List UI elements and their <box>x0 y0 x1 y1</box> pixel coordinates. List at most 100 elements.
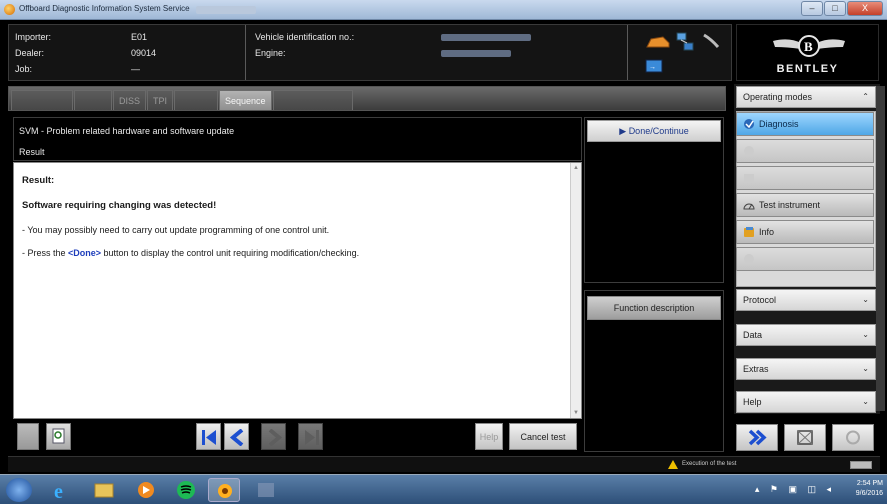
tab-2[interactable] <box>74 90 112 110</box>
svg-text:→: → <box>649 64 656 71</box>
help-section[interactable]: Help ⌄ <box>736 391 876 413</box>
instruction-line-1: - You may possibly need to carry out upd… <box>22 225 330 235</box>
main-tabs: DISS TPI Sequence <box>8 86 726 111</box>
tab-5[interactable] <box>174 90 219 110</box>
clock[interactable]: 2:54 PM 9/6/2016 <box>856 479 883 499</box>
sidebar-action-buttons <box>734 420 880 453</box>
cancel-test-button[interactable]: Cancel test <box>509 423 577 450</box>
vehicle-values <box>441 29 531 61</box>
first-step-button[interactable] <box>196 423 221 450</box>
odis-taskbar-icon[interactable] <box>208 478 240 502</box>
brand-wordmark: BENTLEY <box>776 63 839 75</box>
detected-message: Software requiring changing was detected… <box>22 200 217 211</box>
spotify-icon[interactable] <box>170 478 202 502</box>
info-icon <box>744 227 754 237</box>
media-player-icon[interactable] <box>130 478 162 502</box>
extras-section[interactable]: Extras ⌄ <box>736 358 876 380</box>
bottom-toolbar: Help Cancel test <box>13 420 582 452</box>
dealer-value: 09014 <box>131 48 157 58</box>
stop-button[interactable] <box>832 424 874 451</box>
mode-label: Test instrument <box>759 200 821 210</box>
mode-info[interactable]: Info <box>736 220 874 244</box>
sidebar-scrollbar[interactable] <box>876 86 885 411</box>
engine-label: Engine: <box>255 48 286 58</box>
instruction-line-2: - Press the <Done> button to display the… <box>22 248 359 258</box>
brand-logo: B BENTLEY <box>736 24 879 81</box>
internet-explorer-icon[interactable]: e <box>46 478 78 503</box>
fullscreen-button[interactable] <box>784 424 826 451</box>
done-continue-button[interactable]: ▶ Done/Continue <box>587 120 721 142</box>
result-heading: Result: <box>22 175 55 186</box>
procedure-header: SVM - Problem related hardware and softw… <box>13 117 582 161</box>
help-label: Help <box>743 397 762 407</box>
meter-icon <box>743 203 755 210</box>
double-chevron-right-icon <box>748 429 767 446</box>
next-step-button[interactable] <box>261 423 286 450</box>
function-description-button[interactable]: Function description <box>587 296 721 320</box>
window-titlebar: Offboard Diagnostic Information System S… <box>0 0 887 20</box>
frame-icon <box>797 430 813 445</box>
clock-date: 9/6/2016 <box>855 490 883 497</box>
windows-taskbar: e ▴ ⚑ ▣ ◫ ◂ 2:54 PM 9/6/2016 <box>0 474 887 504</box>
instruction-prefix: - Press the <box>22 248 69 258</box>
system-tray-icons[interactable]: ▴ ⚑ ▣ ◫ ◂ <box>755 484 835 495</box>
mode-label: Info <box>759 227 775 237</box>
data-section[interactable]: Data ⌄ <box>736 324 876 346</box>
close-button[interactable]: X <box>847 1 883 16</box>
vehicle-info-header: Importer: Dealer: Job: E01 09014 — Vehic… <box>8 24 732 81</box>
mode-disabled-3[interactable] <box>736 247 874 271</box>
tab-tpi[interactable]: TPI <box>147 90 174 110</box>
importer-label: Importer: <box>15 32 52 42</box>
minimize-button[interactable]: – <box>801 1 823 16</box>
scroll-up-icon[interactable]: ▲ <box>573 165 579 171</box>
content-scrollbar[interactable]: ▲ ▼ <box>570 163 581 418</box>
result-content: Result: Software requiring changing was … <box>13 162 582 419</box>
diagnosis-icon <box>744 119 754 129</box>
help-button[interactable]: Help <box>475 423 503 450</box>
disabled-tool-button[interactable] <box>17 423 39 450</box>
tab-diss[interactable]: DISS <box>113 90 147 110</box>
mode-label: Diagnosis <box>759 119 799 129</box>
network-icon <box>676 32 694 51</box>
mode-disabled-1[interactable] <box>736 139 874 163</box>
protocol-section[interactable]: Protocol ⌄ <box>736 289 876 311</box>
done-keyword: <Done> <box>68 248 102 258</box>
mode-diagnosis[interactable]: Diagnosis <box>736 112 874 136</box>
tab-7[interactable] <box>272 90 353 110</box>
battery-icon <box>850 461 872 469</box>
document-search-icon <box>52 428 65 444</box>
chevron-down-icon: ⌄ <box>862 364 869 373</box>
tab-1[interactable] <box>11 90 73 110</box>
document-zoom-button[interactable] <box>46 423 71 450</box>
mode-icon <box>744 174 754 182</box>
status-bar: Execution of the test <box>8 456 880 472</box>
scroll-down-icon[interactable]: ▼ <box>573 410 579 416</box>
maximize-button[interactable]: □ <box>824 1 846 16</box>
protocol-label: Protocol <box>743 295 777 305</box>
start-button[interactable] <box>6 478 32 502</box>
mode-icon <box>744 146 754 156</box>
job-value: — <box>131 64 140 74</box>
pinned-app-icon[interactable] <box>250 478 282 502</box>
file-explorer-icon[interactable] <box>88 478 120 502</box>
tab-sequence[interactable]: Sequence <box>219 90 272 110</box>
operating-modes-header[interactable]: Operating modes ⌃ <box>736 86 876 108</box>
window-title: Offboard Diagnostic Information System S… <box>19 4 190 13</box>
forward-button[interactable] <box>736 424 778 451</box>
connection-status-icons: → <box>631 25 733 80</box>
app-icon <box>4 4 15 15</box>
play-icon: ▶ <box>619 126 629 136</box>
status-message: Execution of the test <box>682 461 737 467</box>
previous-step-button[interactable] <box>224 423 249 450</box>
vin-label: Vehicle identification no.: <box>255 32 355 42</box>
procedure-title: SVM - Problem related hardware and softw… <box>19 126 235 136</box>
mode-test-instrument[interactable]: Test instrument <box>736 193 874 217</box>
redacted-engine <box>441 50 511 58</box>
skip-to-end-icon <box>305 430 319 445</box>
last-step-button[interactable] <box>298 423 323 450</box>
importer-value: E01 <box>131 32 148 42</box>
dealer-labels: Importer: Dealer: Job: <box>15 29 51 77</box>
mode-disabled-2[interactable] <box>736 166 874 190</box>
dealer-label: Dealer: <box>15 48 45 58</box>
bentley-wings-logo: B <box>773 35 845 57</box>
